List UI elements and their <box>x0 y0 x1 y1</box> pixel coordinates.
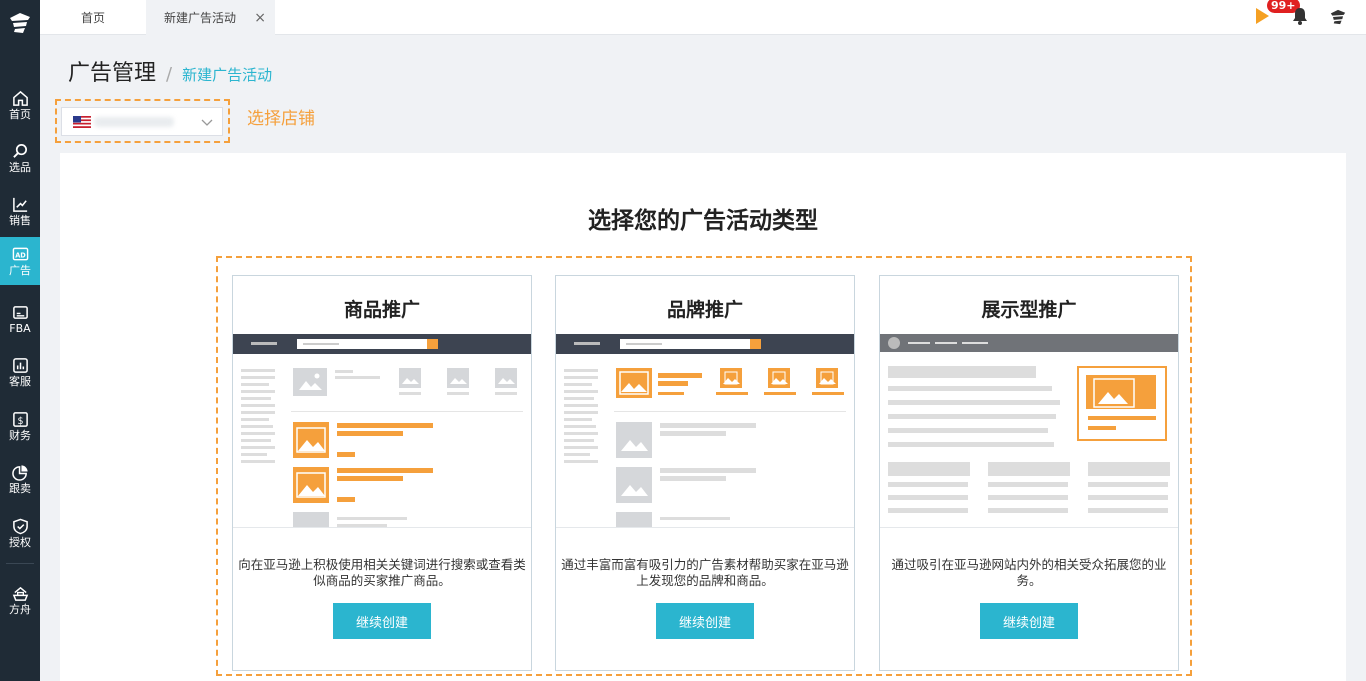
continue-create-button[interactable]: 继续创建 <box>656 603 754 639</box>
card-description: 通过丰富而富有吸引力的广告素材帮助买家在亚马逊上发现您的品牌和商品。 <box>561 557 849 588</box>
sidebar-item-label: 财务 <box>9 428 31 442</box>
ark-icon <box>12 586 28 601</box>
store-hint-label: 选择店铺 <box>247 109 315 129</box>
tab-new-ad-campaign[interactable]: 新建广告活动 × <box>146 0 275 35</box>
card-description: 通过吸引在亚马逊网站内外的相关受众拓展您的业务。 <box>891 557 1167 588</box>
sidebar-item-label: 选品 <box>9 160 31 174</box>
sidebar: 首页 选品 销售 AD 广告 FBA 客服 $ 财务 跟卖 授权 方舟 <box>0 0 40 681</box>
bell-icon[interactable] <box>1291 6 1309 26</box>
home-icon <box>12 90 28 106</box>
svg-text:AD: AD <box>15 251 26 259</box>
sponsored-brands-illustration <box>556 334 854 527</box>
sidebar-item-customer-service[interactable]: 客服 <box>0 348 40 396</box>
continue-create-button[interactable]: 继续创建 <box>980 603 1078 639</box>
card-title: 商品推广 <box>343 299 420 321</box>
page-title: 广告管理 <box>68 61 157 86</box>
close-icon[interactable]: × <box>254 10 266 26</box>
avatar[interactable] <box>1328 6 1348 28</box>
card-title: 品牌推广 <box>666 299 743 321</box>
sidebar-item-label: 销售 <box>9 213 31 227</box>
chart-icon <box>12 357 28 373</box>
dollar-icon: $ <box>12 411 28 427</box>
sidebar-item-fba[interactable]: FBA <box>0 295 40 343</box>
tab-home[interactable]: 首页 <box>40 0 146 35</box>
sidebar-item-label: 首页 <box>9 107 31 121</box>
card-sponsored-brands: 品牌推广 通过丰富而富有吸引力的广告素材帮助买家在亚马逊上发现您的品牌和商品。 … <box>555 275 855 671</box>
sidebar-item-sales[interactable]: 销售 <box>0 187 40 235</box>
card-divider <box>556 527 854 528</box>
shield-icon <box>12 518 28 534</box>
sidebar-item-label: 方舟 <box>9 602 31 616</box>
top-bar: 首页 新建广告活动 × 99+ <box>40 0 1366 35</box>
campaign-type-heading: 选择您的广告活动类型 <box>588 208 818 234</box>
sidebar-item-ads[interactable]: AD 广告 <box>0 237 40 285</box>
sidebar-item-label: 广告 <box>9 263 31 277</box>
continue-create-button[interactable]: 继续创建 <box>333 603 431 639</box>
sidebar-item-label: 授权 <box>9 535 31 549</box>
search-icon <box>12 143 27 158</box>
breadcrumb-separator: / <box>166 64 173 85</box>
sidebar-item-label: FBA <box>9 321 31 335</box>
card-divider <box>880 527 1178 528</box>
ad-icon: AD <box>12 247 28 260</box>
card-divider <box>233 527 531 528</box>
trend-icon <box>12 197 27 212</box>
box-icon <box>12 305 28 319</box>
us-flag-icon <box>73 116 91 128</box>
ship-captain-logo-icon <box>10 13 30 33</box>
sidebar-item-label: 跟卖 <box>9 481 31 495</box>
chevron-down-icon <box>201 119 213 126</box>
sidebar-item-label: 客服 <box>9 374 31 388</box>
card-sponsored-products: 商品推广 向在亚马逊上积极使用相关关键词进行搜索或查看类似商品的买家推广商品。 … <box>232 275 532 671</box>
sponsored-products-illustration <box>233 334 531 527</box>
store-name-redacted <box>94 117 174 127</box>
sidebar-item-product-selection[interactable]: 选品 <box>0 134 40 182</box>
sidebar-item-authorization[interactable]: 授权 <box>0 509 40 557</box>
logo[interactable] <box>0 0 40 46</box>
pie-icon <box>11 464 28 481</box>
card-title: 展示型推广 <box>981 299 1077 321</box>
sidebar-item-finance[interactable]: $ 财务 <box>0 402 40 450</box>
breadcrumb: 广告管理 / 新建广告活动 <box>68 55 272 87</box>
store-select[interactable] <box>61 107 223 136</box>
sidebar-divider <box>6 563 34 564</box>
store-selector-highlight <box>55 99 230 143</box>
svg-text:$: $ <box>17 415 23 426</box>
tab-label: 新建广告活动 <box>164 11 237 25</box>
sidebar-item-follow-sell[interactable]: 跟卖 <box>0 455 40 503</box>
tab-label: 首页 <box>80 11 105 25</box>
main-panel: 选择您的广告活动类型 商品推广 向在亚马逊上积极使用相关关键词进行搜索或查看类似… <box>60 153 1346 681</box>
breadcrumb-current: 新建广告活动 <box>182 66 273 84</box>
campaign-types-highlight: 商品推广 向在亚马逊上积极使用相关关键词进行搜索或查看类似商品的买家推广商品。 … <box>216 256 1192 676</box>
card-description: 向在亚马逊上积极使用相关关键词进行搜索或查看类似商品的买家推广商品。 <box>238 557 526 588</box>
sponsored-display-illustration <box>880 334 1178 527</box>
sidebar-item-ark[interactable]: 方舟 <box>0 576 40 624</box>
sidebar-item-home[interactable]: 首页 <box>0 81 40 129</box>
card-sponsored-display: 展示型推广 通过吸引在亚马逊网站内外的相关受众拓展您的业务。 继续创建 <box>879 275 1179 671</box>
